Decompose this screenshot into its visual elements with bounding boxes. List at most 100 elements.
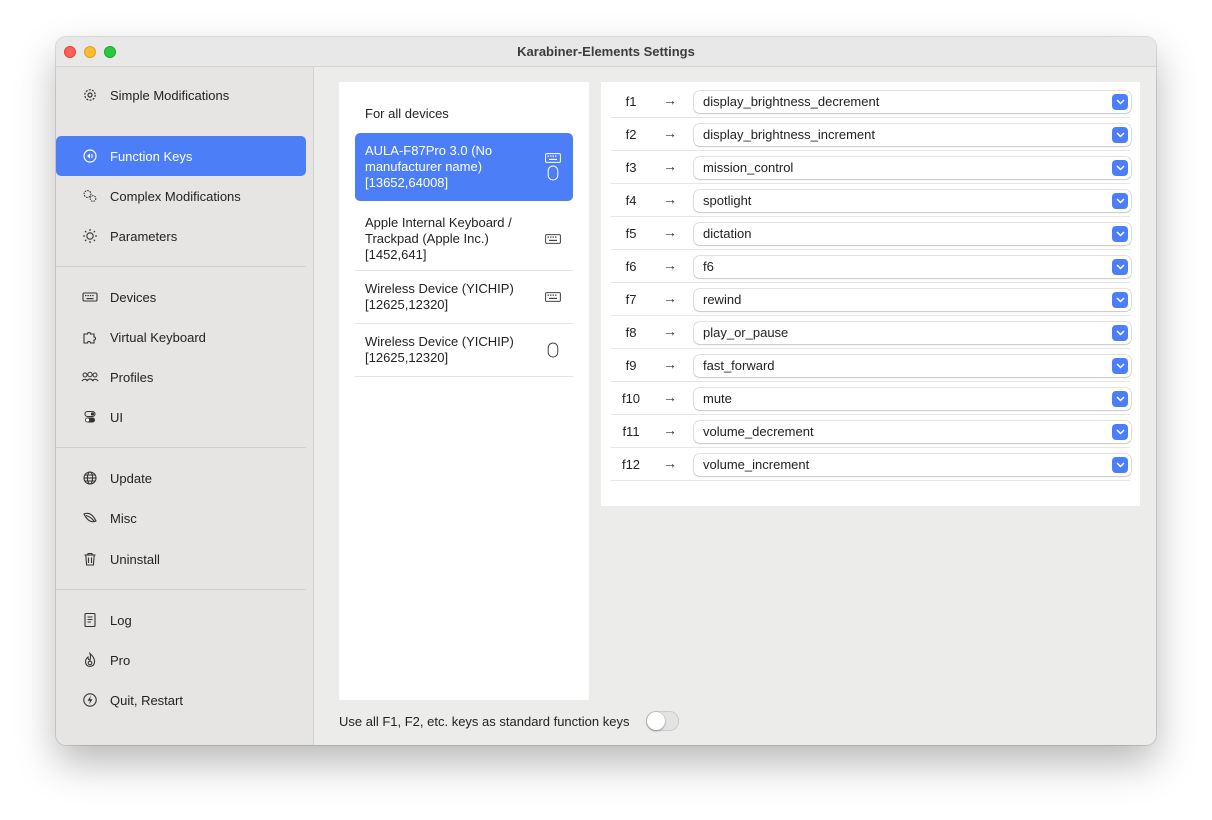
- function-key-target-select[interactable]: display_brightness_increment: [694, 124, 1131, 146]
- sidebar-item-pro[interactable]: Pro: [56, 640, 306, 680]
- arrow-icon: →: [663, 224, 677, 240]
- chevron-updown-icon: [1112, 325, 1128, 341]
- sidebar-divider: [56, 266, 306, 267]
- sidebar-item-quit-restart[interactable]: Quit, Restart: [56, 680, 306, 720]
- sidebar-divider: [56, 589, 306, 590]
- standard-function-keys-toggle[interactable]: [646, 711, 679, 731]
- mouse-icon: [547, 165, 559, 181]
- sidebar-item-function-keys[interactable]: Function Keys: [56, 136, 306, 176]
- settings-window: Karabiner-Elements Settings Simple Modif…: [56, 37, 1156, 745]
- sidebar-item-label: Simple Modifications: [110, 87, 230, 103]
- chevron-updown-icon: [1112, 160, 1128, 176]
- chevron-updown-icon: [1112, 226, 1128, 242]
- function-key-row: f5 → dictation: [611, 217, 1131, 250]
- function-key-target-select[interactable]: f6: [694, 256, 1131, 278]
- function-key-name: f1: [625, 94, 637, 109]
- device-item[interactable]: Wireless Device (YICHIP) [12625,12320]: [355, 271, 573, 323]
- chevron-updown-icon: [1112, 94, 1128, 110]
- arrow-icon: →: [663, 389, 677, 405]
- function-key-target-select[interactable]: mission_control: [694, 157, 1131, 179]
- gear-icon: [80, 85, 100, 105]
- sidebar-item-label: Update: [110, 470, 152, 486]
- select-value: mute: [703, 391, 732, 406]
- select-value: display_brightness_decrement: [703, 94, 880, 109]
- function-key-target-select[interactable]: mute: [694, 388, 1131, 410]
- chevron-updown-icon: [1112, 259, 1128, 275]
- sidebar-item-label: Complex Modifications: [110, 188, 241, 204]
- chevron-updown-icon: [1112, 292, 1128, 308]
- chevron-updown-icon: [1112, 424, 1128, 440]
- sidebar-item-label: Pro: [110, 652, 131, 668]
- function-key-target-select[interactable]: volume_increment: [694, 454, 1131, 476]
- select-value: f6: [703, 259, 714, 274]
- sidebar-item-ui[interactable]: UI: [56, 397, 306, 437]
- sidebar-item-label: Misc: [110, 510, 137, 526]
- mouse-icon: [547, 342, 559, 358]
- sidebar-item-misc[interactable]: Misc: [56, 498, 306, 538]
- sidebar-item-parameters[interactable]: Parameters: [56, 216, 306, 256]
- sidebar: Simple Modifications Function Keys Compl…: [56, 67, 314, 745]
- flame-icon: [80, 650, 100, 670]
- standard-function-keys-label: Use all F1, F2, etc. keys as standard fu…: [339, 714, 630, 729]
- sidebar-item-label: UI: [110, 409, 123, 425]
- arrow-icon: →: [663, 323, 677, 339]
- function-key-name: f4: [625, 193, 637, 208]
- window-title: Karabiner-Elements Settings: [517, 44, 695, 59]
- device-name: Wireless Device (YICHIP) [12625,12320]: [365, 281, 514, 312]
- function-key-name: f6: [625, 259, 637, 274]
- function-key-row: f11 → volume_decrement: [611, 415, 1131, 448]
- function-keys-icon: [80, 146, 100, 166]
- device-item-all-devices[interactable]: For all devices: [365, 106, 449, 121]
- function-key-name: f2: [625, 127, 637, 142]
- sidebar-item-update[interactable]: Update: [56, 458, 306, 498]
- arrow-icon: →: [663, 422, 677, 438]
- device-item[interactable]: Wireless Device (YICHIP) [12625,12320]: [355, 324, 573, 376]
- device-item[interactable]: AULA-F87Pro 3.0 (No manufacturer name) […: [355, 133, 573, 201]
- function-key-row: f7 → rewind: [611, 283, 1131, 316]
- select-value: rewind: [703, 292, 742, 307]
- function-key-target-select[interactable]: display_brightness_decrement: [694, 91, 1131, 113]
- sidebar-item-label: Quit, Restart: [110, 692, 183, 708]
- arrow-icon: →: [663, 257, 677, 273]
- trash-icon: [80, 549, 100, 569]
- function-key-target-select[interactable]: play_or_pause: [694, 322, 1131, 344]
- sidebar-item-simple-modifications[interactable]: Simple Modifications: [56, 75, 306, 115]
- device-item[interactable]: Apple Internal Keyboard / Trackpad (Appl…: [355, 208, 573, 270]
- function-key-row: f12 → volume_increment: [611, 448, 1131, 481]
- device-name: Apple Internal Keyboard / Trackpad (Appl…: [365, 215, 512, 262]
- chevron-updown-icon: [1112, 127, 1128, 143]
- arrow-icon: →: [663, 290, 677, 306]
- chevron-updown-icon: [1112, 391, 1128, 407]
- function-key-row: f6 → f6: [611, 250, 1131, 283]
- sidebar-item-profiles[interactable]: Profiles: [56, 357, 306, 397]
- toggles-icon: [80, 407, 100, 427]
- function-key-name: f8: [625, 325, 637, 340]
- sidebar-item-devices[interactable]: Devices: [56, 277, 306, 317]
- device-name: AULA-F87Pro 3.0 (No manufacturer name) […: [365, 143, 493, 190]
- function-key-name: f12: [621, 457, 641, 472]
- function-key-row: f1 → display_brightness_decrement: [611, 85, 1131, 118]
- arrow-icon: →: [663, 191, 677, 207]
- arrow-icon: →: [663, 455, 677, 471]
- function-key-target-select[interactable]: volume_decrement: [694, 421, 1131, 443]
- doc-icon: [80, 610, 100, 630]
- sidebar-item-virtual-keyboard[interactable]: Virtual Keyboard: [56, 317, 306, 357]
- chevron-updown-icon: [1112, 358, 1128, 374]
- function-key-target-select[interactable]: rewind: [694, 289, 1131, 311]
- function-key-name: f3: [625, 160, 637, 175]
- sidebar-item-uninstall[interactable]: Uninstall: [56, 539, 306, 579]
- function-key-target-select[interactable]: fast_forward: [694, 355, 1131, 377]
- function-key-target-select[interactable]: dictation: [694, 223, 1131, 245]
- chevron-updown-icon: [1112, 193, 1128, 209]
- people-icon: [80, 367, 100, 387]
- keyboard-icon: [80, 287, 100, 307]
- function-key-target-select[interactable]: spotlight: [694, 190, 1131, 212]
- sidebar-item-label: Log: [110, 612, 132, 628]
- chevron-updown-icon: [1112, 457, 1128, 473]
- select-value: spotlight: [703, 193, 752, 208]
- sidebar-item-log[interactable]: Log: [56, 600, 306, 640]
- sidebar-divider: [56, 447, 306, 448]
- sun-icon: [80, 226, 100, 246]
- sidebar-item-complex-modifications[interactable]: Complex Modifications: [56, 176, 306, 216]
- arrow-icon: →: [663, 356, 677, 372]
